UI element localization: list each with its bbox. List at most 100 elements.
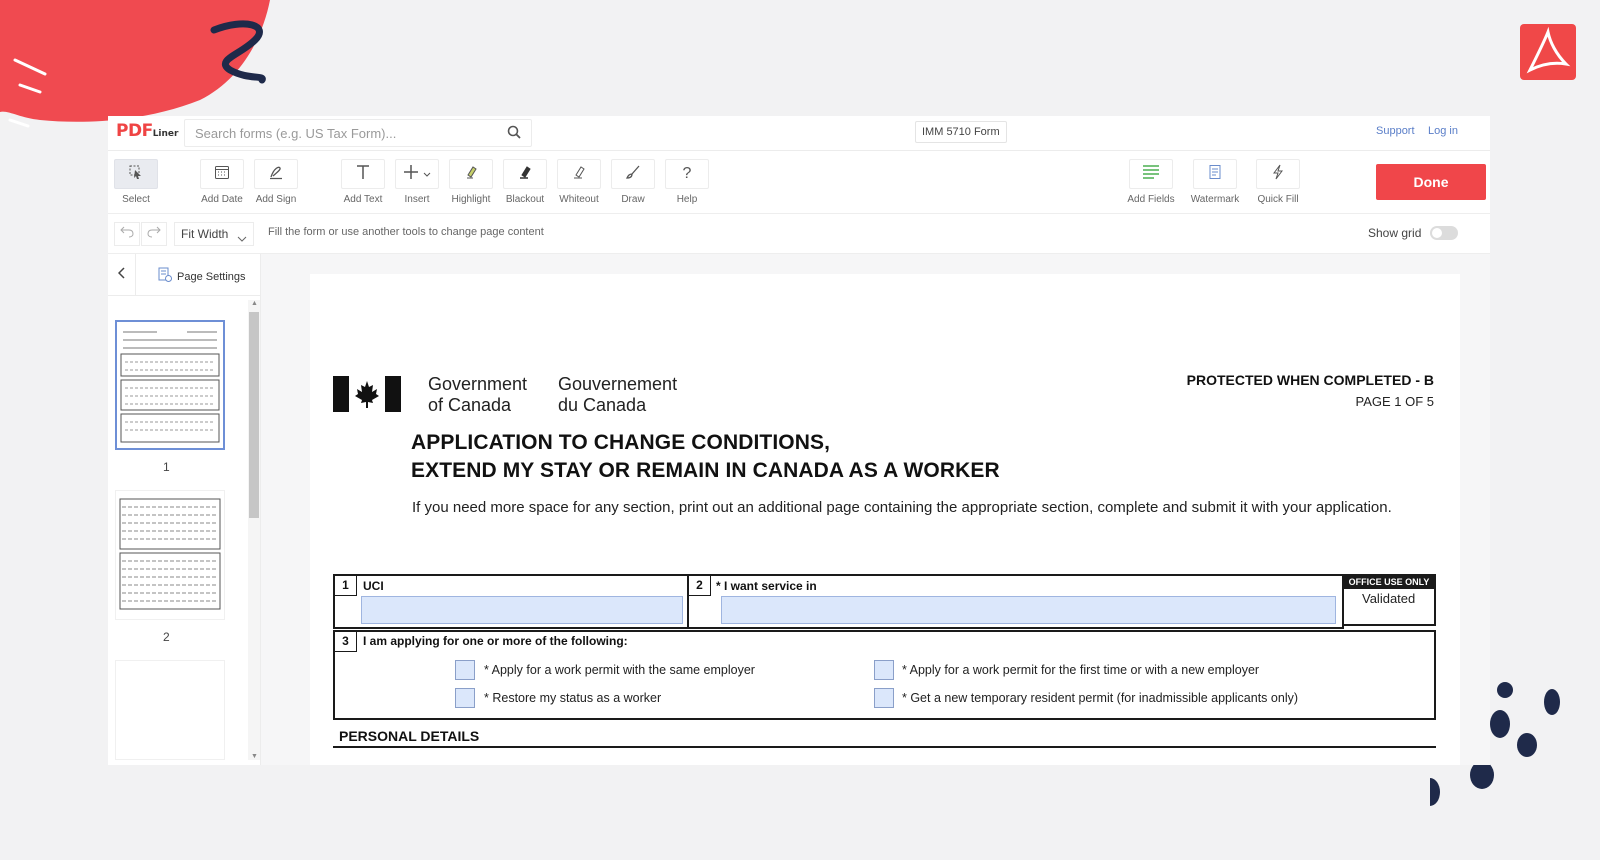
add-text-tool[interactable]: Add Text <box>338 159 388 205</box>
draw-tool[interactable]: Draw <box>608 159 658 205</box>
page-thumbnail-2[interactable] <box>115 490 225 620</box>
page-thumbnails-panel: Page Settings 1 2 ▲ ▼ <box>108 254 261 765</box>
support-link[interactable]: Support <box>1376 125 1415 137</box>
option-restore-status-checkbox[interactable] <box>455 688 475 708</box>
fields-icon <box>1142 164 1160 185</box>
personal-details-heading: PERSONAL DETAILS <box>339 728 480 744</box>
hint-text: Fill the form or use another tools to ch… <box>268 226 544 238</box>
redo-button[interactable] <box>141 222 167 246</box>
form-title-line-1: APPLICATION TO CHANGE CONDITIONS, <box>411 431 831 454</box>
signature-icon <box>268 164 284 185</box>
field-number-1: 1 <box>335 576 357 596</box>
canada-flag-icon <box>333 376 401 412</box>
validated-label: Validated <box>1362 591 1416 606</box>
sidebar-header: Page Settings <box>108 254 261 296</box>
zoom-value: Fit Width <box>181 227 229 241</box>
add-fields-tool[interactable]: Add Fields <box>1126 159 1176 205</box>
insert-label: Insert <box>404 194 430 205</box>
pdf-logo-icon <box>1520 24 1576 80</box>
whiteout-tool[interactable]: Whiteout <box>554 159 604 205</box>
pdf-editor-window: PDFLiner IMM 5710 Form Support Log in Se… <box>108 116 1490 765</box>
thumbnails-scrollbar[interactable]: ▲ ▼ <box>248 300 260 760</box>
uci-section: 1 UCI <box>333 574 689 629</box>
undo-button[interactable] <box>114 222 140 246</box>
search-box <box>184 119 532 147</box>
form-instructions: If you need more space for any section, … <box>412 499 1392 516</box>
service-language-label: * I want service in <box>716 579 817 593</box>
add-date-tool[interactable]: Add Date <box>197 159 247 205</box>
draw-label: Draw <box>621 194 645 205</box>
help-label: Help <box>676 194 698 205</box>
highlighter-icon <box>463 164 479 185</box>
scroll-down-icon[interactable]: ▼ <box>251 753 258 760</box>
option-temp-resident-permit-checkbox[interactable] <box>874 688 894 708</box>
field-number-2: 2 <box>689 576 711 596</box>
select-label: Select <box>122 194 150 205</box>
government-of-canada-fr: Gouvernement du Canada <box>558 374 678 415</box>
option-same-employer-checkbox[interactable] <box>455 660 475 680</box>
marker-black-icon <box>517 164 533 185</box>
brush-icon <box>625 164 641 185</box>
option-new-employer-checkbox[interactable] <box>874 660 894 680</box>
page-thumbnail-3[interactable] <box>115 660 225 760</box>
top-bar: PDFLiner IMM 5710 Form Support Log in <box>108 116 1490 151</box>
form-name-badge: IMM 5710 Form <box>915 121 1007 143</box>
chevron-down-icon <box>237 228 247 250</box>
add-fields-label: Add Fields <box>1127 194 1175 205</box>
toolbar: Select Add Date Add Sign Add Text Insert… <box>108 151 1490 214</box>
whiteout-label: Whiteout <box>559 194 599 205</box>
protected-notice: PROTECTED WHEN COMPLETED - B <box>1186 372 1434 388</box>
option-new-employer-label: * Apply for a work permit for the first … <box>902 663 1260 677</box>
brand-logo[interactable]: PDFLiner <box>116 121 178 141</box>
application-type-label: I am applying for one or more of the fol… <box>363 634 628 648</box>
thumbnail-preview <box>120 331 220 443</box>
highlight-tool[interactable]: Highlight <box>446 159 496 205</box>
application-type-section: 3 I am applying for one or more of the f… <box>333 630 1436 720</box>
uci-label: UCI <box>363 579 384 593</box>
page-settings-icon <box>157 267 173 286</box>
search-input[interactable] <box>185 120 495 146</box>
option-same-employer-label: * Apply for a work permit with the same … <box>484 663 755 677</box>
watermark-label: Watermark <box>1190 194 1240 205</box>
option-temp-resident-permit-label: * Get a new temporary resident permit (f… <box>902 691 1299 705</box>
plus-icon <box>403 164 419 185</box>
page-number-2: 2 <box>163 630 170 644</box>
question-icon: ? <box>682 165 692 182</box>
select-tool[interactable]: Select <box>111 159 161 205</box>
collapse-sidebar-button[interactable] <box>108 254 136 296</box>
document-page: Government of Canada Gouvernement du Can… <box>310 274 1460 765</box>
redo-icon <box>147 225 161 243</box>
show-grid-label: Show grid <box>1368 226 1422 240</box>
eraser-icon <box>571 164 587 185</box>
lightning-icon <box>1271 164 1285 185</box>
text-icon <box>355 164 371 185</box>
zoom-select[interactable]: Fit Width <box>174 222 254 246</box>
cursor-icon <box>128 164 144 185</box>
document-viewer: Government of Canada Gouvernement du Can… <box>261 254 1490 765</box>
uci-input[interactable] <box>361 596 683 624</box>
page-settings-button[interactable]: Page Settings <box>157 267 246 286</box>
form-title-line-2: EXTEND MY STAY OR REMAIN IN CANADA AS A … <box>411 459 1000 482</box>
watermark-icon <box>1207 164 1223 185</box>
highlight-label: Highlight <box>451 194 491 205</box>
service-language-section: 2 * I want service in <box>687 574 1344 629</box>
thumbnail-preview <box>119 498 221 610</box>
done-button[interactable]: Done <box>1376 164 1486 200</box>
scrollbar-thumb[interactable] <box>249 312 259 518</box>
page-thumbnail-1[interactable] <box>115 320 225 450</box>
blackout-tool[interactable]: Blackout <box>500 159 550 205</box>
login-link[interactable]: Log in <box>1428 125 1458 137</box>
field-number-3: 3 <box>335 632 357 652</box>
blackout-label: Blackout <box>505 194 545 205</box>
insert-tool[interactable]: Insert <box>392 159 442 205</box>
quick-fill-tool[interactable]: Quick Fill <box>1253 159 1303 205</box>
help-tool[interactable]: ? Help <box>662 159 712 205</box>
add-sign-tool[interactable]: Add Sign <box>251 159 301 205</box>
red-blob-decoration <box>0 0 270 128</box>
scroll-up-icon[interactable]: ▲ <box>251 300 258 307</box>
service-language-select[interactable] <box>721 596 1336 624</box>
watermark-tool[interactable]: Watermark <box>1190 159 1240 205</box>
show-grid-toggle[interactable] <box>1430 226 1458 240</box>
undo-icon <box>120 225 134 243</box>
search-icon[interactable] <box>507 125 521 144</box>
